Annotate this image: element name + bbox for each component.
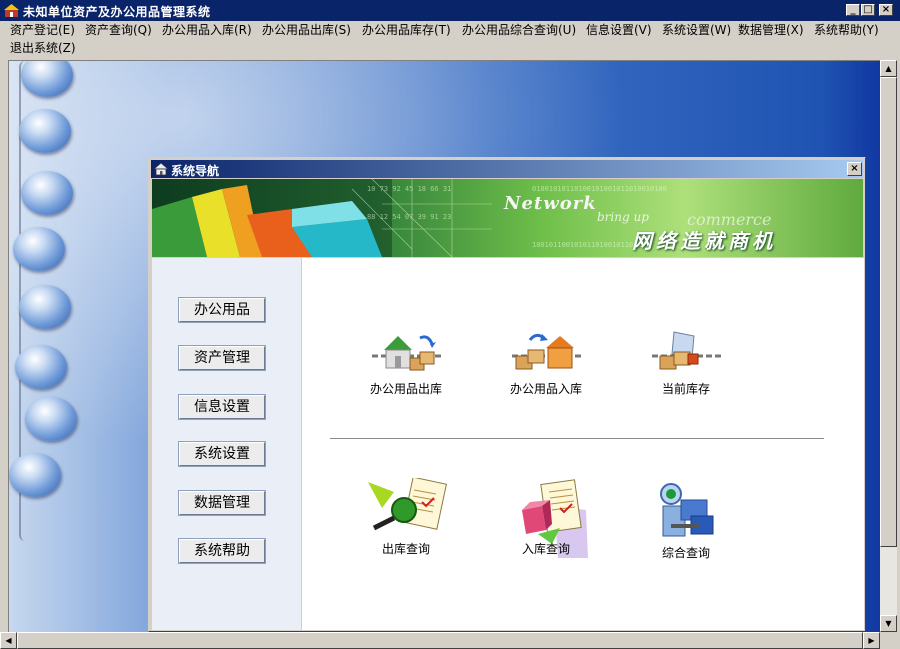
menu-supplies-in[interactable]: 办公用品入库(R) (162, 22, 252, 38)
maximize-button[interactable]: □ (861, 4, 875, 16)
banner-chinese-slogan: 网络造就商机 (632, 229, 776, 253)
banner-image: 10 73 92 45 18 66 31 88 12 54 07 39 91 2… (152, 179, 863, 257)
banner-english-text: Network (504, 193, 597, 214)
pearl-decoration (9, 453, 61, 497)
pearl-decoration (25, 397, 77, 441)
menu-data-management[interactable]: 数据管理(X) (738, 22, 804, 38)
pearl-decoration (15, 345, 67, 389)
horizontal-scrollbar[interactable]: ◀ ▶ (0, 632, 880, 649)
menu-exit[interactable]: 退出系统(Z) (10, 40, 76, 56)
menu-asset-query[interactable]: 资产查询(Q) (85, 22, 152, 38)
supplies-out-label: 办公用品出库 (369, 382, 442, 396)
svg-text:88 12 54 07 39 91 23: 88 12 54 07 39 91 23 (367, 213, 451, 221)
supplies-in-label: 办公用品入库 (509, 382, 582, 396)
window-title: 未知单位资产及办公用品管理系统 (23, 5, 211, 19)
close-button[interactable]: × (879, 4, 893, 16)
system-help-button[interactable]: 系统帮助 (178, 538, 266, 564)
in-query-label: 入库查询 (521, 542, 570, 556)
scroll-left-icon[interactable]: ◀ (0, 632, 17, 649)
svg-text:10 73 92 45 18 66 31: 10 73 92 45 18 66 31 (367, 185, 451, 193)
current-stock-function[interactable]: 当前库存 (626, 328, 746, 397)
title-bar: 未知单位资产及办公用品管理系统 _ □ × (0, 0, 900, 21)
horizontal-scroll-thumb[interactable] (17, 632, 863, 649)
supplies-in-function[interactable]: 办公用品入库 (486, 328, 606, 397)
warehouse-out-icon (372, 335, 442, 371)
scroll-right-icon[interactable]: ▶ (863, 632, 880, 649)
menu-asset-register[interactable]: 资产登记(E) (10, 22, 75, 38)
asset-management-button[interactable]: 资产管理 (178, 345, 266, 371)
warehouse-in-icon (512, 333, 582, 370)
system-settings-button[interactable]: 系统设置 (178, 441, 266, 467)
out-query-icon (368, 478, 447, 531)
scroll-down-icon[interactable]: ▼ (880, 615, 897, 632)
banner-english-subtext: bring up (597, 210, 649, 224)
navigation-title-bar: 系统导航 × (151, 160, 863, 178)
out-query-function[interactable]: 出库查询 (346, 478, 466, 557)
pearl-decoration (13, 227, 65, 271)
pearl-decoration (19, 109, 71, 153)
menu-supplies-query[interactable]: 办公用品综合查询(U) (462, 22, 576, 38)
section-divider (330, 438, 824, 440)
side-button-panel: 办公用品 资产管理 信息设置 系统设置 数据管理 系统帮助 (152, 258, 301, 630)
supplies-out-function[interactable]: 办公用品出库 (346, 328, 466, 397)
scroll-up-icon[interactable]: ▲ (880, 60, 897, 77)
combined-query-label: 综合查询 (661, 546, 710, 560)
svg-text:010010101101001010010110100101: 01001010110100101001011010010100 (532, 185, 667, 193)
combined-query-icon (660, 483, 714, 537)
current-stock-label: 当前库存 (661, 382, 710, 396)
menu-system-settings[interactable]: 系统设置(W) (662, 22, 731, 38)
pearl-decoration (19, 285, 71, 329)
office-supplies-button[interactable]: 办公用品 (178, 297, 266, 323)
navigation-window: 系统导航 × 10 73 92 45 18 66 31 88 12 54 07 … (148, 157, 866, 632)
navigation-close-button[interactable]: × (847, 162, 862, 176)
navigation-title: 系统导航 (171, 164, 220, 178)
vertical-scroll-thumb[interactable] (880, 77, 897, 547)
home-icon (154, 162, 168, 176)
menu-bar: 资产登记(E) 资产查询(Q) 办公用品入库(R) 办公用品出库(S) 办公用品… (0, 21, 900, 59)
combined-query-function[interactable]: 综合查询 (626, 480, 746, 561)
menu-info-settings[interactable]: 信息设置(V) (586, 22, 652, 38)
function-panel: 办公用品出库 办公用品入库 当前库存 出库查询 入库查询 综合查询 (301, 258, 864, 630)
inventory-icon (652, 331, 722, 370)
vertical-scrollbar[interactable]: ▲ ▼ (880, 60, 897, 632)
info-settings-button[interactable]: 信息设置 (178, 394, 266, 420)
out-query-label: 出库查询 (381, 542, 430, 556)
app-icon (4, 4, 19, 17)
pearl-decoration (21, 171, 73, 215)
menu-system-help[interactable]: 系统帮助(Y) (814, 22, 879, 38)
in-query-function[interactable]: 入库查询 (486, 478, 606, 558)
menu-supplies-stock[interactable]: 办公用品库存(T) (362, 22, 451, 38)
menu-supplies-out[interactable]: 办公用品出库(S) (262, 22, 351, 38)
minimize-button[interactable]: _ (846, 4, 860, 16)
data-management-button[interactable]: 数据管理 (178, 490, 266, 516)
